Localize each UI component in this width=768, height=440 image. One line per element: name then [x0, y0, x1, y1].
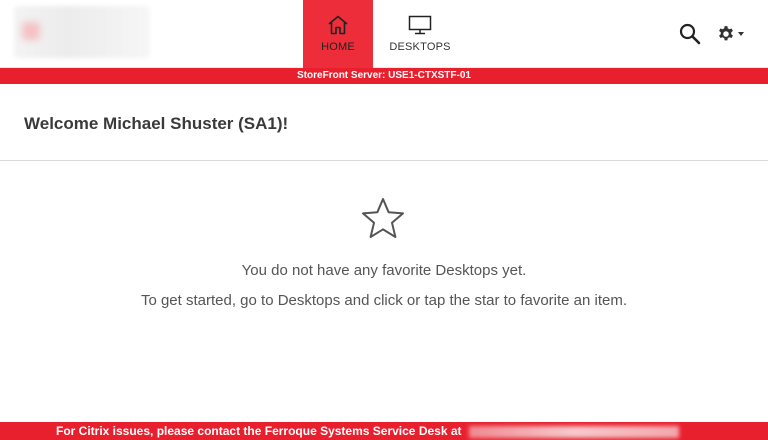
gear-icon: [719, 26, 733, 41]
settings-button[interactable]: [717, 22, 747, 46]
tab-home[interactable]: HOME: [303, 0, 373, 68]
search-icon: [679, 23, 701, 45]
tab-desktops[interactable]: DESKTOPS: [384, 0, 456, 68]
redacted-contact: [468, 425, 679, 438]
home-icon: [328, 15, 348, 35]
company-logo: [14, 6, 150, 58]
footer-text: For Citrix issues, please contact the Fe…: [56, 424, 462, 438]
footer-banner: For Citrix issues, please contact the Fe…: [0, 422, 768, 440]
empty-state-message: You do not have any favorite Desktops ye…: [241, 262, 527, 279]
server-banner: StoreFront Server: USE1-CTXSTF-01: [0, 68, 768, 84]
monitor-icon: [408, 15, 432, 35]
tab-home-label: HOME: [321, 41, 355, 53]
star-outline-icon: [362, 198, 404, 238]
tab-desktops-label: DESKTOPS: [389, 41, 451, 53]
welcome-panel: Welcome Michael Shuster (SA1)!: [0, 84, 768, 161]
top-bar: HOME DESKTOPS: [0, 0, 768, 68]
chevron-down-icon: [738, 32, 744, 36]
search-button[interactable]: [678, 22, 702, 46]
welcome-heading: Welcome Michael Shuster (SA1)!: [24, 114, 289, 133]
empty-state-hint: To get started, go to Desktops and click…: [140, 292, 628, 309]
